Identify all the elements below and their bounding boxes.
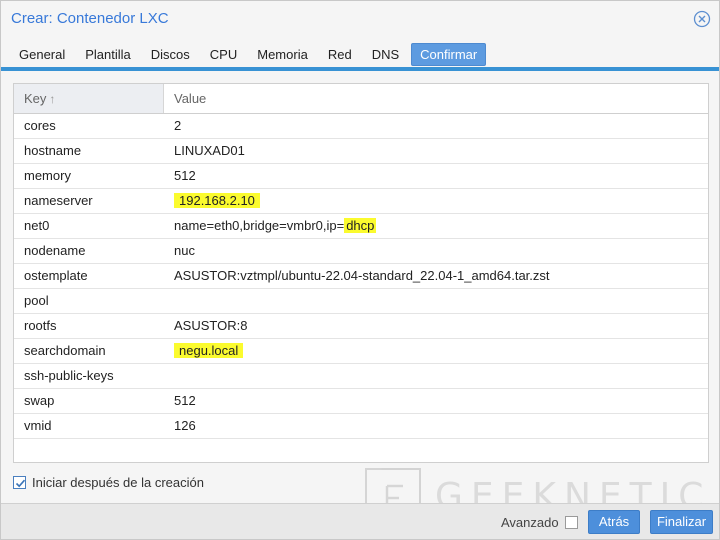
advanced-label: Avanzado	[501, 515, 559, 530]
table-row[interactable]: nameserver 192.168.2.10	[14, 189, 708, 214]
row-value-highlighted: 192.168.2.10	[164, 189, 708, 213]
tab-red[interactable]: Red	[320, 43, 360, 66]
key-header-label: Key	[24, 91, 47, 106]
row-value-highlighted: negu.local	[164, 339, 708, 363]
table-row[interactable]: ssh-public-keys	[14, 364, 708, 389]
table-row[interactable]: ostemplate ASUSTOR:vztmpl/ubuntu-22.04-s…	[14, 264, 708, 289]
net0-value-prefix: name=eth0,bridge=vmbr0,ip=	[174, 218, 345, 233]
title-bar: Crear: Contenedor LXC	[1, 1, 719, 37]
sort-ascending-icon: ↑	[49, 92, 56, 106]
dialog-footer: Avanzado Atrás Finalizar	[1, 503, 719, 539]
tab-bar: General Plantilla Discos CPU Memoria Red…	[11, 43, 490, 67]
row-value: 2	[174, 118, 182, 133]
summary-grid: Key ↑ Value cores 2 hostname LINUXAD01 me…	[13, 83, 709, 463]
dialog-title: Crear: Contenedor LXC	[11, 10, 169, 27]
tab-plantilla[interactable]: Plantilla	[77, 43, 139, 66]
grid-header: Key ↑ Value	[14, 84, 708, 114]
back-button[interactable]: Atrás	[588, 510, 640, 534]
row-key: hostname	[24, 143, 82, 158]
row-value: ASUSTOR:8	[174, 318, 248, 333]
value-column-header[interactable]: Value	[164, 84, 708, 113]
row-value: 512	[174, 168, 196, 183]
tab-general[interactable]: General	[11, 43, 73, 66]
row-value: name=eth0,bridge=vmbr0,ip= dhcp	[164, 214, 708, 238]
table-row[interactable]: nodename nuc	[14, 239, 708, 264]
row-value: nuc	[174, 243, 195, 258]
row-key: ostemplate	[24, 268, 88, 283]
table-row[interactable]: searchdomain negu.local	[14, 339, 708, 364]
row-value: 512	[174, 393, 196, 408]
row-key: rootfs	[24, 318, 57, 333]
table-row[interactable]: rootfs ASUSTOR:8	[14, 314, 708, 339]
highlighted-nameserver: 192.168.2.10	[174, 193, 260, 208]
lxc-create-dialog: Crear: Contenedor LXC General Plantilla …	[0, 0, 720, 540]
table-row[interactable]: pool	[14, 289, 708, 314]
value-header-label: Value	[174, 91, 207, 106]
confirm-panel: Key ↑ Value cores 2 hostname LINUXAD01 me…	[1, 71, 719, 503]
tab-cpu[interactable]: CPU	[202, 43, 245, 66]
finish-button[interactable]: Finalizar	[650, 510, 713, 534]
row-key: net0	[24, 218, 50, 233]
tab-memoria[interactable]: Memoria	[249, 43, 316, 66]
table-row[interactable]: hostname LINUXAD01	[14, 139, 708, 164]
row-key: nameserver	[24, 193, 93, 208]
table-row[interactable]: swap 512	[14, 389, 708, 414]
close-icon[interactable]	[693, 10, 711, 28]
highlighted-dhcp: dhcp	[344, 218, 377, 233]
table-row[interactable]: memory 512	[14, 164, 708, 189]
row-key: nodename	[24, 243, 86, 258]
table-row[interactable]: net0 name=eth0,bridge=vmbr0,ip= dhcp	[14, 214, 708, 239]
row-value	[164, 289, 708, 313]
table-row[interactable]: cores 2	[14, 114, 708, 139]
row-value: 126	[174, 418, 196, 433]
key-column-header[interactable]: Key ↑	[14, 84, 164, 113]
row-key: cores	[24, 118, 56, 133]
row-key: searchdomain	[24, 343, 106, 358]
highlighted-searchdomain: negu.local	[174, 343, 244, 358]
start-after-create-label: Iniciar después de la creación	[32, 474, 204, 490]
row-key: swap	[24, 393, 55, 408]
advanced-toggle[interactable]: Avanzado	[501, 515, 578, 530]
start-after-create-checkbox[interactable]	[13, 475, 26, 489]
row-key: ssh-public-keys	[24, 368, 114, 383]
row-value	[164, 364, 708, 388]
start-after-create-toggle[interactable]: Iniciar después de la creación	[13, 473, 204, 491]
table-row[interactable]: vmid 126	[14, 414, 708, 439]
advanced-checkbox[interactable]	[564, 516, 578, 529]
row-key: memory	[24, 168, 71, 183]
row-value: LINUXAD01	[174, 143, 245, 158]
row-key: vmid	[24, 418, 52, 433]
row-key: pool	[24, 293, 49, 308]
tab-discos[interactable]: Discos	[143, 43, 198, 66]
tab-confirmar[interactable]: Confirmar	[411, 43, 487, 66]
tab-dns[interactable]: DNS	[364, 43, 407, 66]
row-value: ASUSTOR:vztmpl/ubuntu-22.04-standard_22.…	[174, 268, 550, 283]
checkmark-icon	[15, 479, 26, 487]
